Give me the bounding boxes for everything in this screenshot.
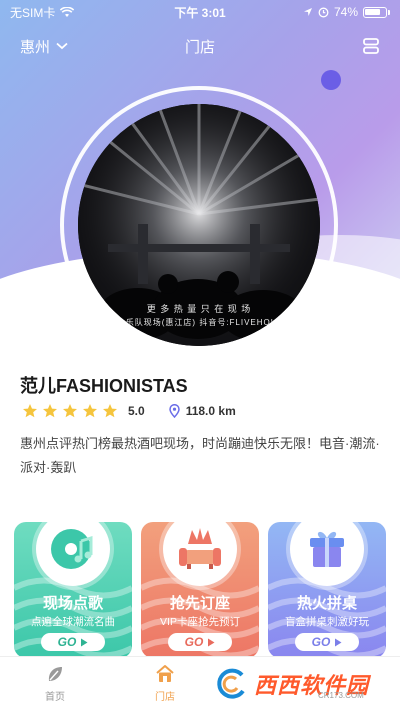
star-icon — [43, 404, 57, 418]
location-arrow-icon — [303, 8, 312, 16]
nav-bar: 惠州 门店 — [0, 28, 400, 64]
store-house-icon — [156, 665, 174, 682]
store-name: 范儿FASHIONISTAS — [20, 376, 188, 396]
status-bar: 无SIM卡 下午 3:01 74% — [0, 0, 400, 24]
distance: 118.0 km — [168, 404, 236, 418]
card-title: 现场点歌 — [42, 595, 103, 612]
decor-dot — [321, 70, 341, 90]
tab-home[interactable]: 首页 — [0, 657, 110, 710]
location-pin-icon — [168, 404, 180, 418]
city-selector[interactable]: 惠州 — [20, 36, 68, 57]
go-label: GO — [311, 635, 331, 649]
card-subtitle: 盲盒拼桌刺激好玩 — [285, 616, 369, 628]
card-subtitle: VIP卡座抢先预订 — [160, 616, 240, 628]
store-photo: 更 多 热 量 只 在 现 场 凡儿乐队现场(惠江店) 抖音号:FLIVEHOU… — [78, 104, 320, 346]
tab-store[interactable]: 门店 — [110, 657, 220, 710]
rating-row: 5.0 118.0 km — [22, 402, 236, 420]
city-label: 惠州 — [20, 38, 51, 56]
card-title: 抢先订座 — [169, 595, 230, 612]
watermark-swirl-icon — [217, 668, 245, 699]
battery-percent: 74% — [333, 5, 358, 19]
battery-tip — [388, 9, 390, 15]
play-arrow-icon — [208, 638, 215, 646]
go-label: GO — [184, 635, 204, 649]
go-button[interactable]: GO — [41, 633, 105, 651]
battery-icon — [363, 6, 387, 18]
photo-caption-top: 更 多 热 量 只 在 现 场 — [146, 304, 252, 314]
chevron-down-icon — [56, 42, 68, 50]
alarm-icon — [318, 7, 329, 17]
go-button[interactable]: GO — [168, 633, 232, 651]
rating-value: 5.0 — [128, 404, 145, 418]
star-icon — [103, 404, 117, 418]
menu-icon[interactable] — [362, 37, 380, 55]
distance-value: 118.0 km — [185, 404, 236, 418]
star-icon — [63, 404, 77, 418]
star-icon — [83, 404, 97, 418]
home-leaf-icon — [48, 667, 62, 681]
tab-label: 首页 — [45, 692, 65, 703]
play-arrow-icon — [81, 638, 88, 646]
wifi-icon — [60, 6, 75, 17]
photo-caption-bottom: 凡儿乐队现场(惠江店) 抖音号:FLIVEHOUSE — [107, 318, 291, 327]
carrier-label: 无SIM卡 — [10, 5, 56, 20]
star-rating — [22, 403, 118, 419]
watermark-url: CR173.COM — [318, 691, 364, 700]
tab-label: 门店 — [155, 692, 175, 703]
card-title: 热火拼桌 — [296, 595, 357, 612]
card-subtitle: 点遍全球潮流名曲 — [31, 616, 115, 628]
card-song-request[interactable]: 现场点歌 点遍全球潮流名曲 GO — [14, 522, 132, 658]
watermark-logo: 西西软件园 CR173.COM — [212, 664, 398, 704]
store-description: 惠州点评热门榜最热酒吧现场，时尚蹦迪快乐无限！电音·潮流·派对·轰趴 — [20, 436, 380, 475]
card-share-table[interactable]: 热火拼桌 盲盒拼桌刺激好玩 GO — [268, 522, 386, 658]
play-arrow-icon — [335, 638, 342, 646]
star-icon — [23, 404, 37, 418]
card-reserve-seat[interactable]: 抢先订座 VIP卡座抢先预订 GO — [141, 522, 259, 658]
go-button[interactable]: GO — [295, 633, 359, 651]
go-label: GO — [57, 635, 77, 649]
